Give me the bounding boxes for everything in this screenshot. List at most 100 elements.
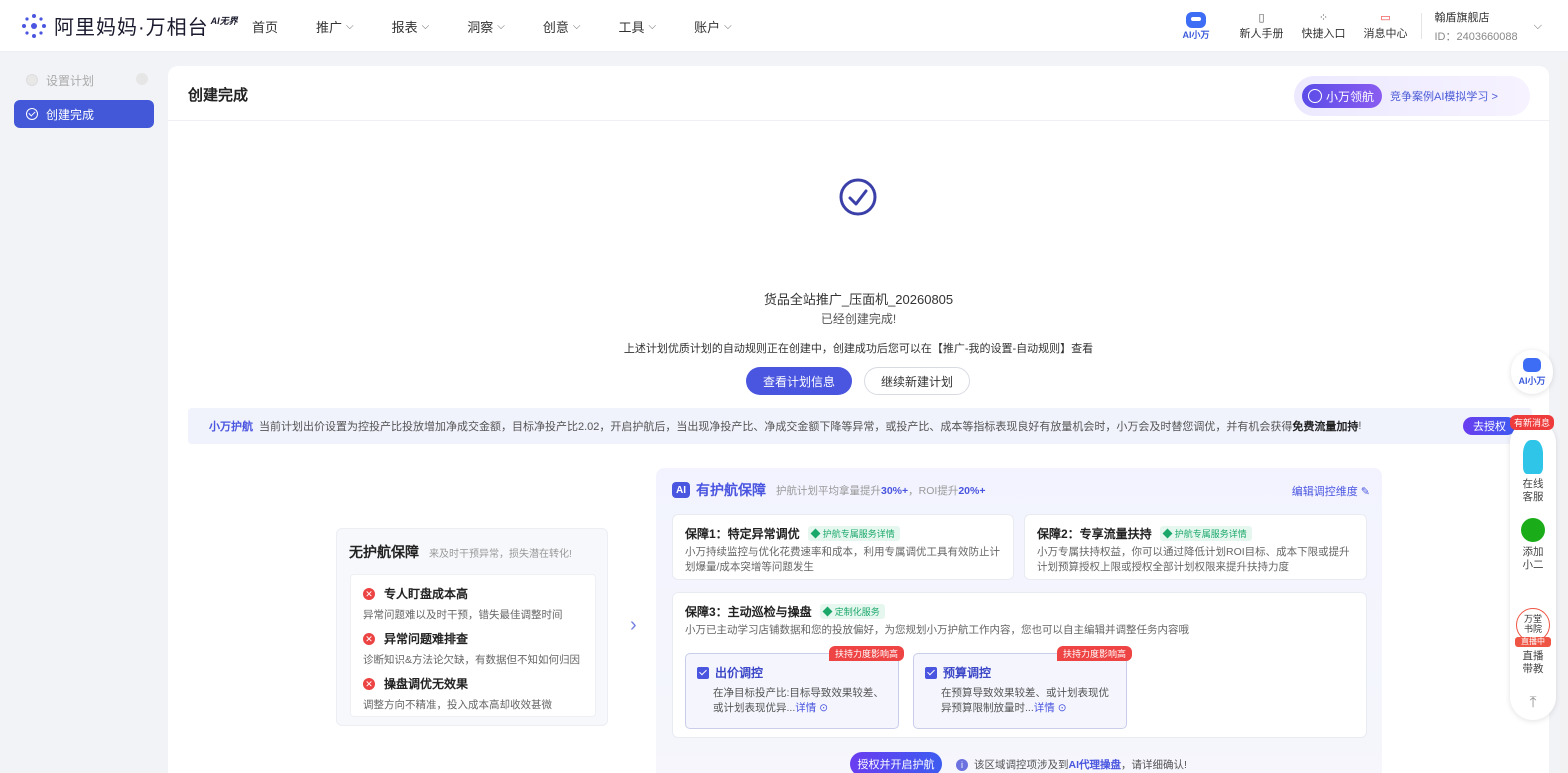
- pilot-panel-header: AI 有护航保障 护航计划平均拿量提升30%+，ROI提升20%+: [672, 480, 985, 500]
- edit-icon: ✎: [1360, 486, 1370, 498]
- header-divider: [1421, 13, 1423, 39]
- nav-insight[interactable]: 洞察 ⌵: [467, 17, 505, 36]
- new-plan-button[interactable]: 继续新建计划: [864, 367, 970, 395]
- chevron-down-icon: ⌵: [497, 20, 505, 32]
- back-to-top-icon[interactable]: ⤒: [1510, 695, 1556, 711]
- info-icon: i: [956, 758, 968, 771]
- detail-link[interactable]: 详情: [795, 702, 816, 714]
- authorize-and-start-button[interactable]: 授权并开启护航: [850, 752, 942, 773]
- live-teaching-button[interactable]: 万堂 书院 直播中 直播 带教: [1510, 608, 1556, 676]
- new-message-badge: 有新消息: [1510, 415, 1555, 430]
- message-icon: ▭: [1380, 12, 1391, 24]
- step-circle-icon: [26, 74, 38, 86]
- nav-home[interactable]: 首页: [252, 17, 278, 36]
- page-title: 创建完成: [188, 87, 249, 104]
- lock-icon: [136, 73, 148, 85]
- logo-text: 阿里妈妈·万相台: [54, 17, 209, 39]
- chevron-down-icon: ⌵: [724, 20, 732, 32]
- divider: [168, 120, 1549, 121]
- plan-created-message: 已经创建完成!: [820, 312, 897, 326]
- view-plan-button[interactable]: 查看计划信息: [746, 367, 852, 395]
- checkbox-checked[interactable]: [925, 666, 937, 679]
- checkbox-checked[interactable]: [697, 666, 709, 679]
- service-detail-tag[interactable]: 护航专属服务详情: [807, 526, 900, 541]
- logo-icon: [22, 13, 46, 38]
- floating-toolbar: 在线 客服 添加 小二 万堂 书院 直播中 直播 带教 ⤒: [1510, 420, 1556, 720]
- logo[interactable]: 阿里妈妈·万相台 AI无界: [20, 11, 238, 40]
- main-card: 创建完成 小万领航 竞争案例AI模拟学习 > 货品全站推广_压面机_202608…: [168, 66, 1549, 773]
- diamond-icon: [1162, 528, 1173, 539]
- check-circle-icon: [26, 108, 38, 120]
- main-nav: 首页 推广 ⌵ 报表 ⌵ 洞察 ⌵ 创意 ⌵ 工具 ⌵ 账户 ⌵: [252, 0, 770, 52]
- guarantee-card-1: 保障1：特定异常调优 护航专属服务详情 小万持续监控与优化花费速率和成本，利用专属…: [672, 514, 1014, 580]
- pilot-learn-link[interactable]: 竞争案例AI模拟学习 >: [1390, 88, 1498, 104]
- no-pilot-subtitle: 来及时干预异常，损失潜在转化!: [429, 549, 572, 560]
- more-icon: ⊙: [1057, 702, 1067, 714]
- budget-control-card[interactable]: 扶持力度影响高 预算调控 在预算导致效果较差、或计划表现优 异预算限制放量时...…: [913, 646, 1132, 729]
- message-center-button[interactable]: ▭ 消息中心: [1363, 11, 1407, 41]
- account-info[interactable]: 翰盾旗舰店 ID：2403660088: [1434, 9, 1517, 44]
- ai-badge-icon: AI: [672, 482, 690, 498]
- pilot-panel: AI 有护航保障 护航计划平均拿量提升30%+，ROI提升20%+ 编辑调控维度…: [656, 468, 1382, 773]
- wechat-icon: [1521, 518, 1545, 542]
- service-detail-tag[interactable]: 护航专属服务详情: [1159, 526, 1252, 541]
- banner-tag: 小万护航: [209, 421, 253, 433]
- ai-proxy-note: i 该区域调控项涉及到 AI代理操盘 ，请详细确认!: [956, 757, 1187, 772]
- nav-tools[interactable]: 工具 ⌵: [618, 17, 656, 36]
- authorize-button[interactable]: 去授权: [1463, 417, 1516, 435]
- no-pilot-title: 无护航保障: [349, 544, 419, 560]
- floating-ai-button[interactable]: AI小万: [1511, 350, 1553, 394]
- account-name: 翰盾旗舰店: [1434, 11, 1490, 24]
- chevron-right-icon: ›: [630, 614, 637, 636]
- impact-ribbon: 扶持力度影响高: [1056, 646, 1132, 661]
- live-badge: 万堂 书院 直播中: [1515, 608, 1551, 647]
- nav-promotion[interactable]: 推广 ⌵: [316, 17, 354, 36]
- error-icon: ✕: [363, 632, 375, 645]
- header-tools: AI小万 ▯ 新人手册 ⁘ 快捷入口 ▭ 消息中心 翰盾旗舰店 ID：24036…: [1182, 0, 1542, 52]
- bid-control-card[interactable]: 扶持力度影响高 出价调控 在净目标投产比:目标导致效果较差、 或计划表现优异...…: [685, 646, 904, 729]
- auto-rule-note: 上述计划优质计划的自动规则正在创建中，创建成功后您可以在【推广-我的设置-自动规…: [623, 343, 1094, 355]
- banner-text: 当前计划出价设置为控投产比投放增加净成交金额，目标净投产比2.02，开启护航后，…: [259, 421, 1293, 433]
- grid-icon: ⁘: [1318, 12, 1329, 24]
- list-item: ✕ 异常问题难排查 诊断知识&方法论欠缺，有数据但不知如何归因: [363, 632, 581, 666]
- chevron-down-icon: ⌵: [346, 20, 354, 32]
- guarantee-card-2: 保障2：专享流量扶持 护航专属服务详情 小万专属扶持权益，你可以通过降低计划ROI…: [1024, 514, 1367, 580]
- pilot-stats: 护航计划平均拿量提升30%+，ROI提升20%+: [776, 484, 986, 497]
- impact-ribbon: 扶持力度影响高: [828, 646, 904, 661]
- pilot-banner: 小万护航 当前计划出价设置为控投产比投放增加净成交金额，目标净投产比2.02，开…: [188, 408, 1532, 444]
- list-item: ✕ 专人盯盘成本高 异常问题难以及时干预，错失最佳调整时间: [363, 587, 563, 621]
- ai-assistant-button[interactable]: AI小万: [1182, 11, 1209, 41]
- chevron-down-icon[interactable]: ⌵: [1534, 20, 1542, 33]
- diamond-icon: [822, 606, 833, 617]
- list-item: ✕ 操盘调优无效果 调整方向不精准，投入成本高却收效甚微: [363, 677, 552, 711]
- chevron-down-icon: ⌵: [421, 20, 430, 32]
- newbie-manual-button[interactable]: ▯ 新人手册: [1239, 11, 1283, 41]
- pilot-title: 有护航保障: [696, 482, 766, 498]
- no-pilot-card: 无护航保障 来及时干预异常，损失潜在转化! ✕ 专人盯盘成本高 异常问题难以及时干…: [336, 528, 608, 726]
- error-icon: ✕: [363, 587, 375, 600]
- no-pilot-list: ✕ 专人盯盘成本高 异常问题难以及时干预，错失最佳调整时间 ✕ 异常问题难排查 诊断…: [350, 574, 596, 717]
- success-check-icon: [839, 178, 877, 216]
- account-id: ID：2403660088: [1434, 30, 1518, 43]
- error-icon: ✕: [363, 677, 375, 690]
- pilot-promo[interactable]: 小万领航 竞争案例AI模拟学习 >: [1294, 76, 1530, 116]
- quick-entry-button[interactable]: ⁘ 快捷入口: [1301, 11, 1345, 41]
- sidebar-item-created[interactable]: 创建完成: [14, 100, 154, 128]
- diamond-icon: [810, 528, 821, 539]
- detail-link[interactable]: 详情: [1034, 702, 1055, 714]
- chevron-down-icon: ⌵: [648, 20, 657, 32]
- edit-dimension-link[interactable]: 编辑调控维度 ✎: [1292, 483, 1370, 499]
- robot-icon: [1523, 357, 1541, 372]
- custom-service-tag: 定制化服务: [819, 604, 885, 619]
- book-icon: ▯: [1258, 12, 1265, 24]
- nav-account[interactable]: 账户 ⌵: [694, 17, 732, 36]
- service-figure-icon: [1523, 440, 1543, 474]
- chevron-down-icon: ⌵: [572, 20, 581, 32]
- nav-reports[interactable]: 报表 ⌵: [392, 17, 430, 36]
- nav-creative[interactable]: 创意 ⌵: [543, 17, 581, 36]
- top-header: 阿里妈妈·万相台 AI无界 首页 推广 ⌵ 报表 ⌵ 洞察 ⌵ 创意 ⌵ 工具 ⌵ 账户 ⌵…: [0, 0, 1568, 52]
- scrollbar[interactable]: [1560, 60, 1568, 773]
- online-service-button[interactable]: 在线 客服: [1510, 440, 1556, 504]
- robot-icon: [1185, 11, 1206, 28]
- add-contact-button[interactable]: 添加 小二: [1510, 518, 1556, 572]
